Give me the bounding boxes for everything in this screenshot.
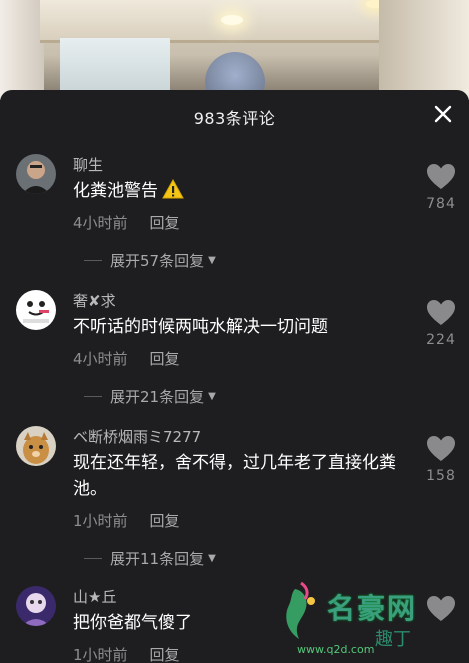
comments-count-title: 983条评论 bbox=[193, 109, 276, 128]
like-count: 784 bbox=[426, 196, 456, 212]
comments-header: 983条评论 bbox=[0, 90, 469, 140]
video-door-right bbox=[379, 0, 469, 100]
triangle-down-icon: ▼ bbox=[208, 553, 216, 564]
avatar[interactable] bbox=[16, 154, 56, 194]
expand-replies-label: 展开21条回复 bbox=[110, 388, 205, 406]
expand-replies-button[interactable]: 展开11条回复 ▼ bbox=[84, 548, 216, 569]
comment-text-body: 不听话的时候两吨水解决一切问题 bbox=[73, 317, 328, 337]
reply-button[interactable]: 回复 bbox=[150, 214, 180, 232]
comment-username[interactable]: 奢✘求 bbox=[73, 290, 116, 311]
comment-meta: 1小时前 回复 bbox=[73, 644, 180, 663]
like-button[interactable] bbox=[421, 596, 461, 626]
close-button[interactable] bbox=[433, 104, 453, 124]
divider bbox=[84, 260, 102, 261]
comment-username[interactable]: 聊生 bbox=[73, 154, 103, 175]
reply-button[interactable]: 回复 bbox=[150, 512, 180, 530]
comment-time: 4小时前 bbox=[73, 214, 128, 232]
heart-icon bbox=[427, 300, 455, 325]
divider bbox=[84, 396, 102, 397]
comment-username[interactable]: 山★丘 bbox=[73, 586, 116, 607]
comments-panel: 983条评论 聊生 化粪池警告 4小时前 回复 展开57条回复 ▼ 784 奢✘… bbox=[0, 90, 469, 663]
comment-text-body: 现在还年轻，舍不得，过几年老了直接化粪池。 bbox=[73, 453, 396, 499]
triangle-down-icon: ▼ bbox=[208, 255, 216, 266]
heart-icon bbox=[427, 164, 455, 189]
close-icon bbox=[434, 105, 452, 123]
triangle-down-icon: ▼ bbox=[208, 391, 216, 402]
avatar[interactable] bbox=[16, 426, 56, 466]
like-button[interactable]: 158 bbox=[421, 436, 461, 484]
comment-text: 现在还年轻，舍不得，过几年老了直接化粪池。 bbox=[73, 450, 403, 502]
avatar[interactable] bbox=[16, 290, 56, 330]
reply-button[interactable]: 回复 bbox=[150, 646, 180, 663]
divider bbox=[84, 558, 102, 559]
expand-replies-button[interactable]: 展开21条回复 ▼ bbox=[84, 386, 216, 407]
comment-text: 化粪池警告 bbox=[73, 178, 403, 207]
heart-icon bbox=[427, 596, 455, 621]
comment-text-body: 把你爸都气傻了 bbox=[73, 613, 192, 633]
expand-replies-label: 展开11条回复 bbox=[110, 550, 205, 568]
reply-button[interactable]: 回复 bbox=[150, 350, 180, 368]
comment-text: 把你爸都气傻了 bbox=[73, 610, 403, 636]
avatar[interactable] bbox=[16, 586, 56, 626]
comment-time: 4小时前 bbox=[73, 350, 128, 368]
like-count: 224 bbox=[426, 332, 456, 348]
expand-replies-label: 展开57条回复 bbox=[110, 252, 205, 270]
heart-icon bbox=[427, 436, 455, 461]
comment-time: 1小时前 bbox=[73, 512, 128, 530]
comment-username[interactable]: ベ断桥烟雨ミ7277 bbox=[73, 426, 201, 447]
like-button[interactable]: 784 bbox=[421, 164, 461, 212]
comment-meta: 4小时前 回复 bbox=[73, 348, 180, 369]
comment-meta: 1小时前 回复 bbox=[73, 510, 180, 531]
comment-meta: 4小时前 回复 bbox=[73, 212, 180, 233]
video-background bbox=[0, 0, 469, 100]
comment-text: 不听话的时候两吨水解决一切问题 bbox=[73, 314, 403, 340]
comment-text-body: 化粪池警告 bbox=[73, 181, 158, 201]
video-door-left bbox=[0, 0, 44, 100]
expand-replies-button[interactable]: 展开57条回复 ▼ bbox=[84, 250, 216, 271]
warning-icon bbox=[162, 178, 184, 207]
video-ceiling-lamp bbox=[221, 15, 243, 25]
like-count: 158 bbox=[426, 468, 456, 484]
comment-time: 1小时前 bbox=[73, 646, 128, 663]
like-button[interactable]: 224 bbox=[421, 300, 461, 348]
